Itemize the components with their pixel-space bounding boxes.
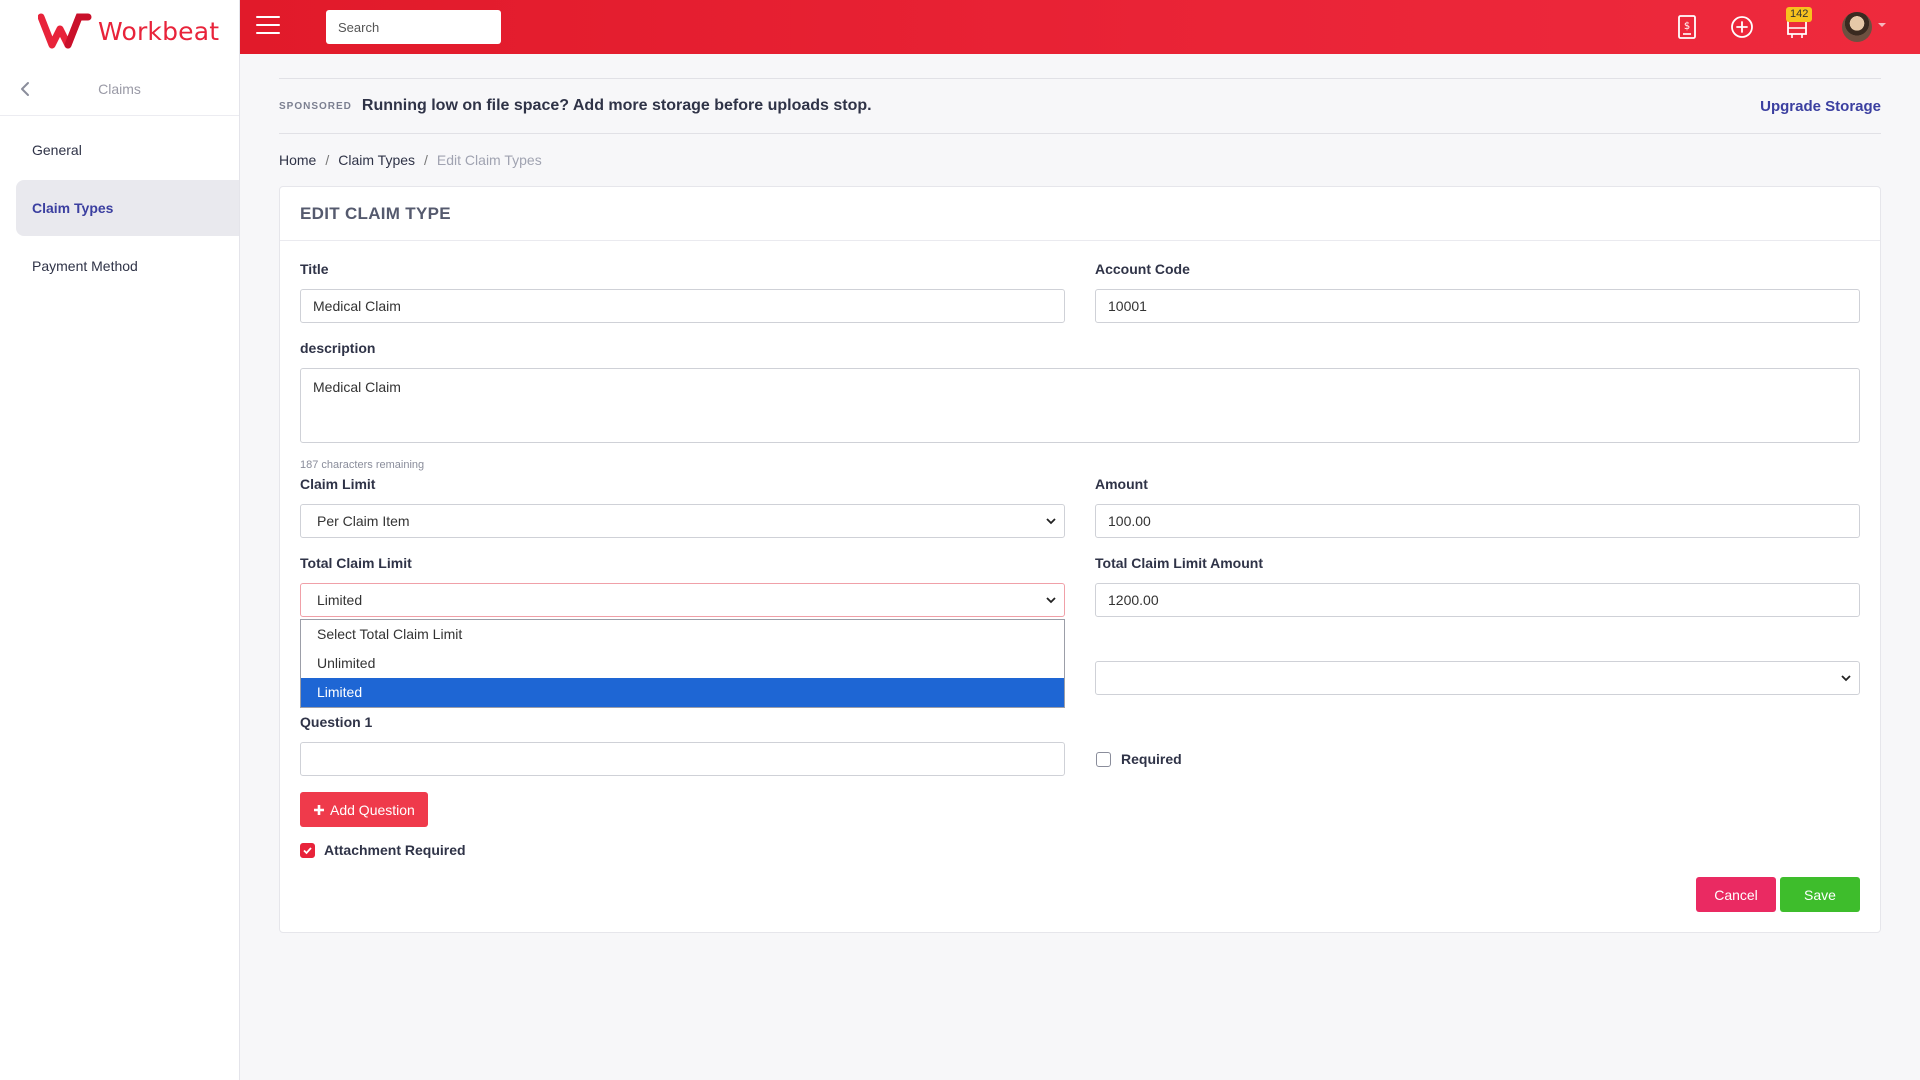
chevron-left-icon[interactable] — [14, 77, 38, 101]
user-avatar[interactable] — [1842, 12, 1872, 42]
plus-icon — [314, 804, 324, 815]
breadcrumb-separator: / — [424, 152, 428, 168]
total-claim-limit-amount-label: Total Claim Limit Amount — [1095, 555, 1263, 571]
sidebar-nav: General Claim Types Payment Method — [0, 116, 239, 294]
add-circle-icon[interactable] — [1729, 14, 1755, 40]
sidebar-item-claim-types[interactable]: Claim Types — [16, 180, 239, 236]
account-code-input[interactable]: 10001 — [1095, 289, 1860, 323]
total-claim-limit-amount-input[interactable]: 1200.00 — [1095, 583, 1860, 617]
chevron-down-icon — [1046, 518, 1056, 525]
question-1-label: Question 1 — [300, 714, 373, 730]
sidebar-item-general[interactable]: General — [0, 122, 239, 178]
sidebar: Workbeat Claims General Claim Types Paym… — [0, 0, 240, 1080]
breadcrumb-home[interactable]: Home — [279, 152, 316, 168]
description-textarea[interactable]: Medical Claim — [300, 368, 1860, 443]
sidebar-item-payment-method[interactable]: Payment Method — [0, 238, 239, 294]
total-claim-limit-select[interactable]: Limited — [300, 583, 1065, 617]
workbeat-logo-icon — [38, 13, 92, 49]
claim-limit-label: Claim Limit — [300, 476, 376, 492]
attachment-required-label: Attachment Required — [324, 842, 466, 858]
dropdown-option-select-total-claim-limit[interactable]: Select Total Claim Limit — [301, 620, 1064, 649]
breadcrumb: Home / Claim Types / Edit Claim Types — [279, 134, 1881, 186]
top-bar: $ 142 — [240, 0, 1920, 54]
save-button[interactable]: Save — [1780, 877, 1860, 912]
sponsored-banner: SPONSORED Running low on file space? Add… — [279, 78, 1881, 134]
main-content: SPONSORED Running low on file space? Add… — [279, 54, 1881, 933]
expense-receipt-icon[interactable]: $ — [1674, 14, 1700, 40]
attachment-required-checkbox[interactable] — [300, 843, 315, 858]
chevron-down-icon — [1046, 597, 1056, 604]
page-title: EDIT CLAIM TYPE — [300, 203, 451, 223]
total-claim-limit-label: Total Claim Limit — [300, 555, 412, 571]
svg-text:$: $ — [1684, 21, 1690, 32]
sidebar-header: Claims — [0, 62, 239, 116]
claim-limit-select[interactable]: Per Claim Item — [300, 504, 1065, 538]
required-label: Required — [1121, 751, 1182, 767]
search-input[interactable] — [326, 10, 501, 44]
claim-limit-selected-value: Per Claim Item — [317, 513, 410, 529]
description-label: description — [300, 340, 376, 356]
amount-label: Amount — [1095, 476, 1148, 492]
required-checkbox[interactable] — [1096, 752, 1111, 767]
account-code-label: Account Code — [1095, 261, 1190, 277]
app-logo[interactable]: Workbeat — [0, 0, 239, 62]
breadcrumb-current: Edit Claim Types — [436, 152, 542, 168]
edit-claim-type-card: EDIT CLAIM TYPE Title Medical Claim Acco… — [279, 186, 1881, 933]
secondary-select[interactable] — [1095, 661, 1860, 695]
chevron-down-icon — [1841, 675, 1851, 682]
sponsored-label: SPONSORED — [279, 100, 352, 112]
question-1-input[interactable] — [300, 742, 1065, 776]
amount-input[interactable]: 100.00 — [1095, 504, 1860, 538]
card-header: EDIT CLAIM TYPE — [280, 187, 1880, 241]
title-input[interactable]: Medical Claim — [300, 289, 1065, 323]
characters-remaining-hint: 187 characters remaining — [300, 459, 425, 471]
dropdown-option-unlimited[interactable]: Unlimited — [301, 649, 1064, 678]
total-claim-limit-dropdown: Select Total Claim Limit Unlimited Limit… — [300, 619, 1065, 708]
total-claim-limit-selected-value: Limited — [317, 592, 363, 608]
breadcrumb-separator: / — [325, 152, 330, 168]
title-label: Title — [300, 261, 329, 277]
chevron-down-icon[interactable] — [1878, 23, 1886, 27]
menu-icon[interactable] — [256, 16, 280, 36]
cancel-button[interactable]: Cancel — [1696, 877, 1776, 912]
dropdown-option-limited[interactable]: Limited — [301, 678, 1064, 707]
upgrade-storage-link[interactable]: Upgrade Storage — [1760, 98, 1881, 115]
notification-count-badge: 142 — [1786, 7, 1813, 22]
breadcrumb-claim-types[interactable]: Claim Types — [338, 152, 415, 168]
add-question-button[interactable]: Add Question — [300, 792, 428, 827]
app-name: Workbeat — [98, 16, 220, 46]
checkmark-icon — [303, 847, 312, 855]
sponsored-text: Running low on file space? Add more stor… — [361, 97, 872, 114]
add-question-label: Add Question — [330, 801, 415, 818]
